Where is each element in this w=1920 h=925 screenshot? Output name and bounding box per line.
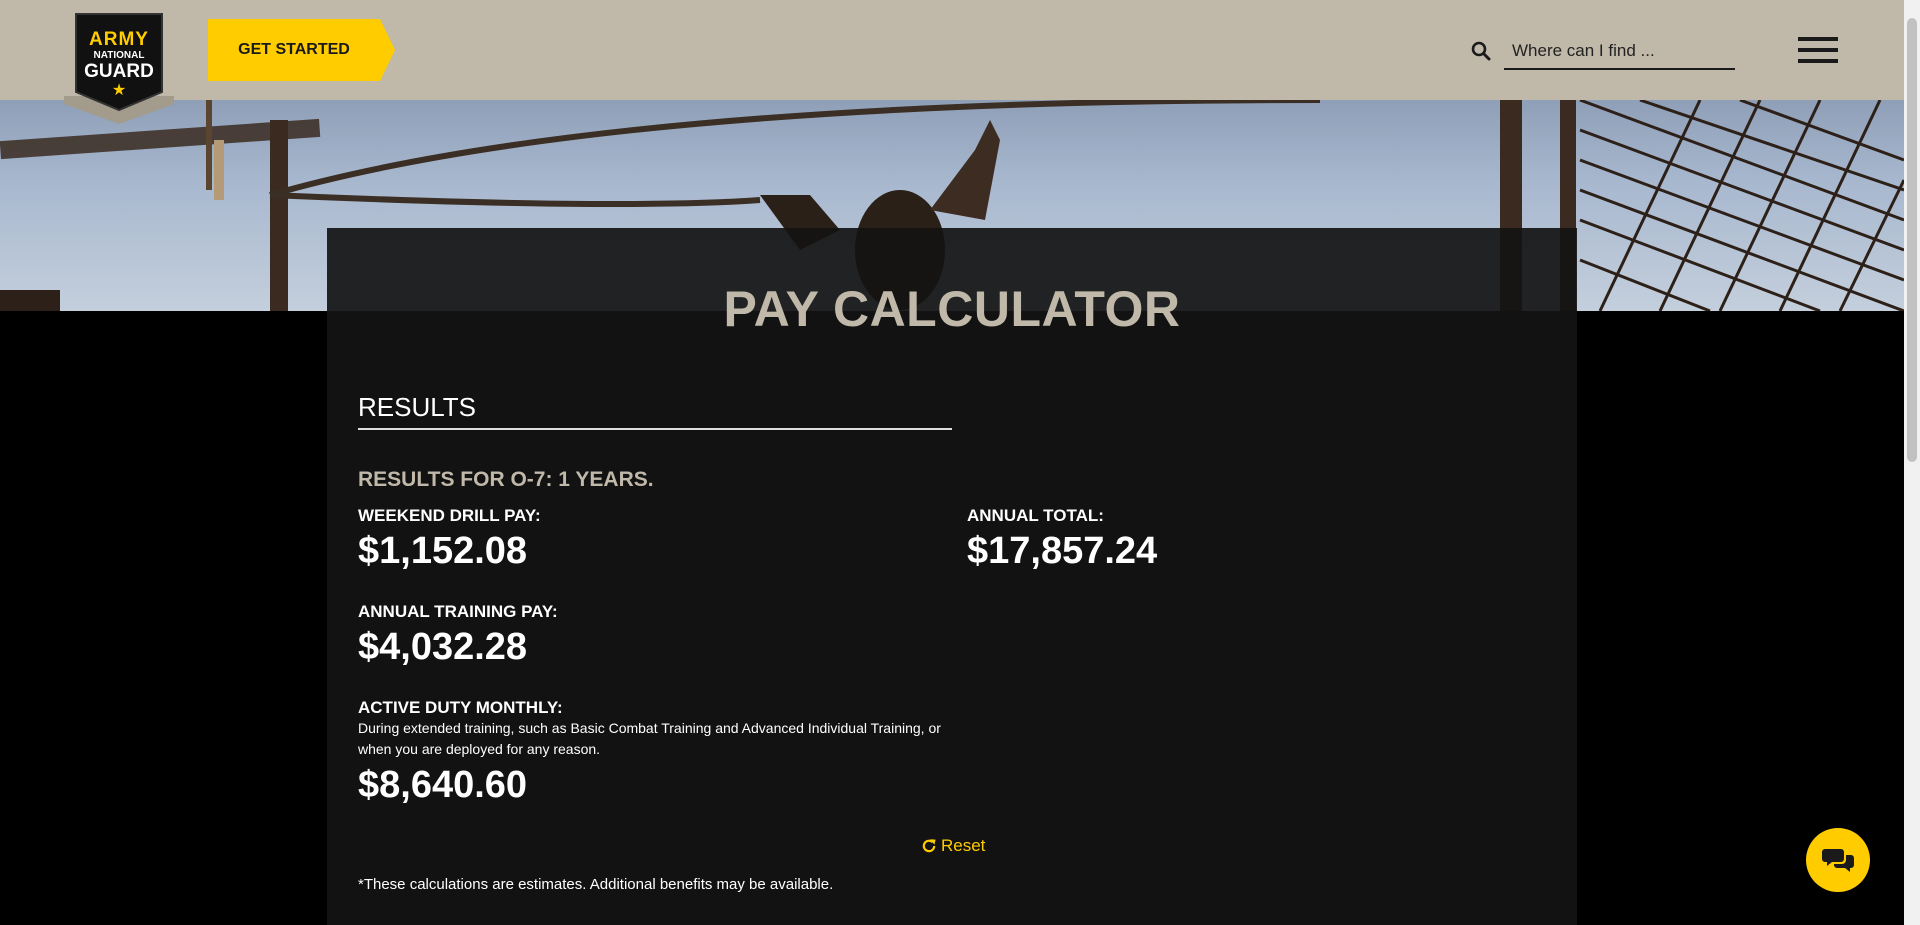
site-header: ARMY NATIONAL GUARD ★ GET STARTED (0, 0, 1904, 124)
get-started-label: GET STARTED (238, 41, 350, 58)
annual-training-pay-amount: $4,032.28 (358, 626, 528, 668)
annual-total-label: ANNUAL TOTAL: (967, 506, 1104, 525)
active-duty-monthly-label: ACTIVE DUTY MONTHLY: (358, 698, 563, 717)
pay-calculator-card: PAY CALCULATOR RESULTS RESULTS FOR O-7: … (327, 228, 1577, 925)
weekend-drill-pay-amount: $1,152.08 (358, 530, 528, 572)
results-summary: RESULTS FOR O-7: 1 YEARS. (358, 468, 654, 491)
search-icon[interactable] (1470, 40, 1492, 62)
scrollbar-thumb[interactable] (1907, 18, 1917, 462)
logo-guard-text: GUARD (84, 61, 154, 82)
results-heading: RESULTS (358, 392, 952, 430)
chat-bubbles-icon (1822, 849, 1854, 872)
chat-button[interactable] (1806, 828, 1870, 892)
active-duty-description: During extended training, such as Basic … (358, 720, 941, 757)
logo-army-text: ARMY (89, 29, 149, 50)
star-icon: ★ (111, 82, 127, 99)
page-scrollbar[interactable] (1904, 0, 1920, 925)
page-title: PAY CALCULATOR (723, 281, 1181, 337)
annual-total-amount: $17,857.24 (967, 530, 1158, 572)
reset-icon (922, 839, 936, 853)
search-input[interactable] (1504, 34, 1735, 70)
reset-button[interactable]: Reset (921, 836, 985, 856)
active-duty-monthly-amount: $8,640.60 (358, 764, 528, 806)
logo-national-text: NATIONAL (93, 50, 145, 61)
get-started-button[interactable]: GET STARTED (208, 19, 395, 81)
disclaimer-text: *These calculations are estimates. Addit… (358, 876, 834, 893)
weekend-drill-pay-label: WEEKEND DRILL PAY: (358, 506, 541, 525)
reset-label: Reset (941, 836, 986, 855)
annual-training-pay-label: ANNUAL TRAINING PAY: (358, 602, 558, 621)
army-national-guard-logo[interactable]: ARMY NATIONAL GUARD ★ (64, 0, 174, 124)
hamburger-menu-icon[interactable] (1798, 37, 1838, 64)
